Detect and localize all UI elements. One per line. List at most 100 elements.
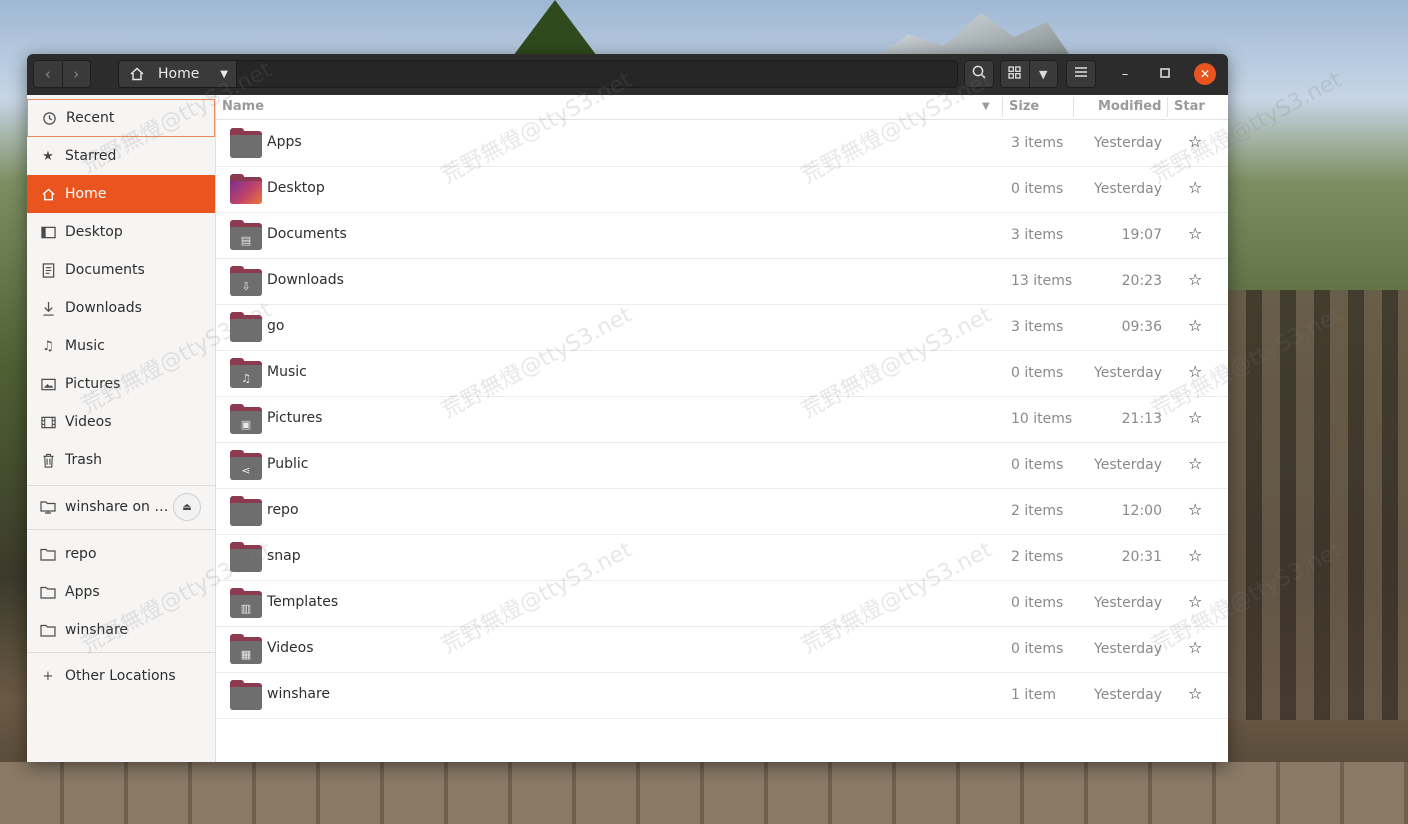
plus-icon: + (42, 668, 54, 684)
sidebar-item-documents[interactable]: Documents (27, 251, 215, 289)
search-icon (971, 64, 987, 84)
sidebar-item-music[interactable]: ♫ Music (27, 327, 215, 365)
sidebar-item-desktop[interactable]: Desktop (27, 213, 215, 251)
clock-icon (41, 111, 57, 126)
sidebar-item-label: Other Locations (65, 668, 176, 684)
star-outline-icon[interactable]: ☆ (1188, 546, 1202, 565)
view-options-button[interactable]: ▼ (1028, 61, 1058, 87)
music-note-icon: ♫ (42, 338, 54, 354)
sidebar-item-label: Desktop (65, 224, 123, 240)
file-row[interactable]: ▤ Documents 3 items 19:07 ☆ (216, 212, 1228, 259)
sidebar-item-recent[interactable]: Recent (27, 99, 215, 137)
sidebar-item-pictures[interactable]: Pictures (27, 365, 215, 403)
star-filled-icon: ★ (42, 148, 54, 164)
file-name: Apps (267, 134, 302, 150)
navigation-buttons: ‹ › (33, 60, 91, 88)
file-row[interactable]: go 3 items 09:36 ☆ (216, 304, 1228, 351)
file-modified: 19:07 (1121, 227, 1162, 243)
home-icon (40, 187, 56, 202)
file-modified: 20:23 (1121, 273, 1162, 289)
column-name[interactable]: Name (222, 99, 264, 114)
eject-button[interactable]: ⏏ (173, 493, 201, 521)
wallpaper-bridge-rail (1228, 290, 1408, 720)
file-name: Documents (267, 226, 347, 242)
file-row[interactable]: ▦ Videos 0 items Yesterday ☆ (216, 626, 1228, 673)
sidebar-item-trash[interactable]: Trash (27, 441, 215, 479)
file-size: 0 items (1011, 181, 1064, 197)
maximize-button[interactable] (1154, 63, 1176, 85)
grid-view-button[interactable] (1001, 61, 1029, 87)
sidebar-item-label: Documents (65, 262, 145, 278)
file-row[interactable]: Desktop 0 items Yesterday ☆ (216, 166, 1228, 213)
forward-button[interactable]: › (61, 61, 91, 87)
star-outline-icon[interactable]: ☆ (1188, 362, 1202, 381)
column-modified[interactable]: Modified (1098, 99, 1161, 114)
folder-icon (230, 496, 262, 526)
file-row[interactable]: ⋖ Public 0 items Yesterday ☆ (216, 442, 1228, 489)
path-home-button[interactable]: Home ▼ (119, 61, 237, 87)
search-button[interactable] (964, 60, 994, 88)
file-name: Pictures (267, 410, 323, 426)
star-outline-icon[interactable]: ☆ (1188, 684, 1202, 703)
star-outline-icon[interactable]: ☆ (1188, 500, 1202, 519)
chevron-down-icon: ▼ (1039, 67, 1048, 81)
star-outline-icon[interactable]: ☆ (1188, 178, 1202, 197)
file-row[interactable]: snap 2 items 20:31 ☆ (216, 534, 1228, 581)
file-modified: 09:36 (1121, 319, 1162, 335)
sidebar-separator (27, 485, 215, 486)
close-button[interactable]: ✕ (1194, 63, 1216, 85)
sidebar-item-other-locations[interactable]: + Other Locations (27, 657, 215, 695)
file-row[interactable]: ⇩ Downloads 13 items 20:23 ☆ (216, 258, 1228, 305)
star-outline-icon[interactable]: ☆ (1188, 638, 1202, 657)
file-name: Templates (267, 594, 339, 610)
chevron-down-icon[interactable]: ▼ (220, 69, 228, 80)
sidebar-item-home[interactable]: Home (27, 175, 215, 213)
file-row[interactable]: repo 2 items 12:00 ☆ (216, 488, 1228, 535)
column-size[interactable]: Size (1009, 99, 1039, 114)
star-outline-icon[interactable]: ☆ (1188, 454, 1202, 473)
star-outline-icon[interactable]: ☆ (1188, 408, 1202, 427)
folder-icon: ⋖ (230, 450, 262, 480)
chevron-left-icon: ‹ (44, 65, 51, 83)
file-size: 0 items (1011, 365, 1064, 381)
star-outline-icon[interactable]: ☆ (1188, 132, 1202, 151)
star-outline-icon[interactable]: ☆ (1188, 224, 1202, 243)
file-row[interactable]: ▥ Templates 0 items Yesterday ☆ (216, 580, 1228, 627)
column-star[interactable]: Star (1174, 99, 1205, 114)
wallpaper-tree (510, 0, 600, 60)
back-button[interactable]: ‹ (34, 61, 62, 87)
file-modified: 20:31 (1121, 549, 1162, 565)
file-name: Public (267, 456, 309, 472)
file-modified: Yesterday (1094, 641, 1162, 657)
close-icon: ✕ (1199, 67, 1211, 81)
file-modified: 12:00 (1121, 503, 1162, 519)
sidebar-item-downloads[interactable]: Downloads (27, 289, 215, 327)
file-row[interactable]: Apps 3 items Yesterday ☆ (216, 120, 1228, 167)
sidebar-item-winshare-mount[interactable]: winshare on … ⏏ (27, 487, 215, 527)
file-row[interactable]: ♫ Music 0 items Yesterday ☆ (216, 350, 1228, 397)
sidebar-item-starred[interactable]: ★ Starred (27, 137, 215, 175)
folder-icon: ♫ (230, 358, 262, 388)
sidebar-item-repo[interactable]: repo (27, 535, 215, 573)
sidebar-item-videos[interactable]: Videos (27, 403, 215, 441)
document-icon (40, 262, 56, 278)
sidebar-item-apps[interactable]: Apps (27, 573, 215, 611)
star-outline-icon[interactable]: ☆ (1188, 316, 1202, 335)
maximize-icon (1160, 67, 1170, 82)
sidebar-item-winshare[interactable]: winshare (27, 611, 215, 649)
sidebar-item-label: Recent (66, 110, 115, 126)
minimize-button[interactable]: – (1114, 63, 1136, 85)
folder-icon (230, 542, 262, 572)
folder-icon (40, 624, 56, 637)
star-outline-icon[interactable]: ☆ (1188, 592, 1202, 611)
star-outline-icon[interactable]: ☆ (1188, 270, 1202, 289)
file-row[interactable]: ▣ Pictures 10 items 21:13 ☆ (216, 396, 1228, 443)
download-icon (40, 301, 56, 316)
home-icon (128, 66, 146, 82)
sort-chevron-down-icon[interactable]: ▼ (982, 101, 990, 112)
file-row[interactable]: winshare 1 item Yesterday ☆ (216, 672, 1228, 719)
file-size: 2 items (1011, 549, 1064, 565)
file-name: Videos (267, 640, 314, 656)
menu-button[interactable] (1066, 60, 1096, 88)
file-size: 1 item (1011, 687, 1056, 703)
